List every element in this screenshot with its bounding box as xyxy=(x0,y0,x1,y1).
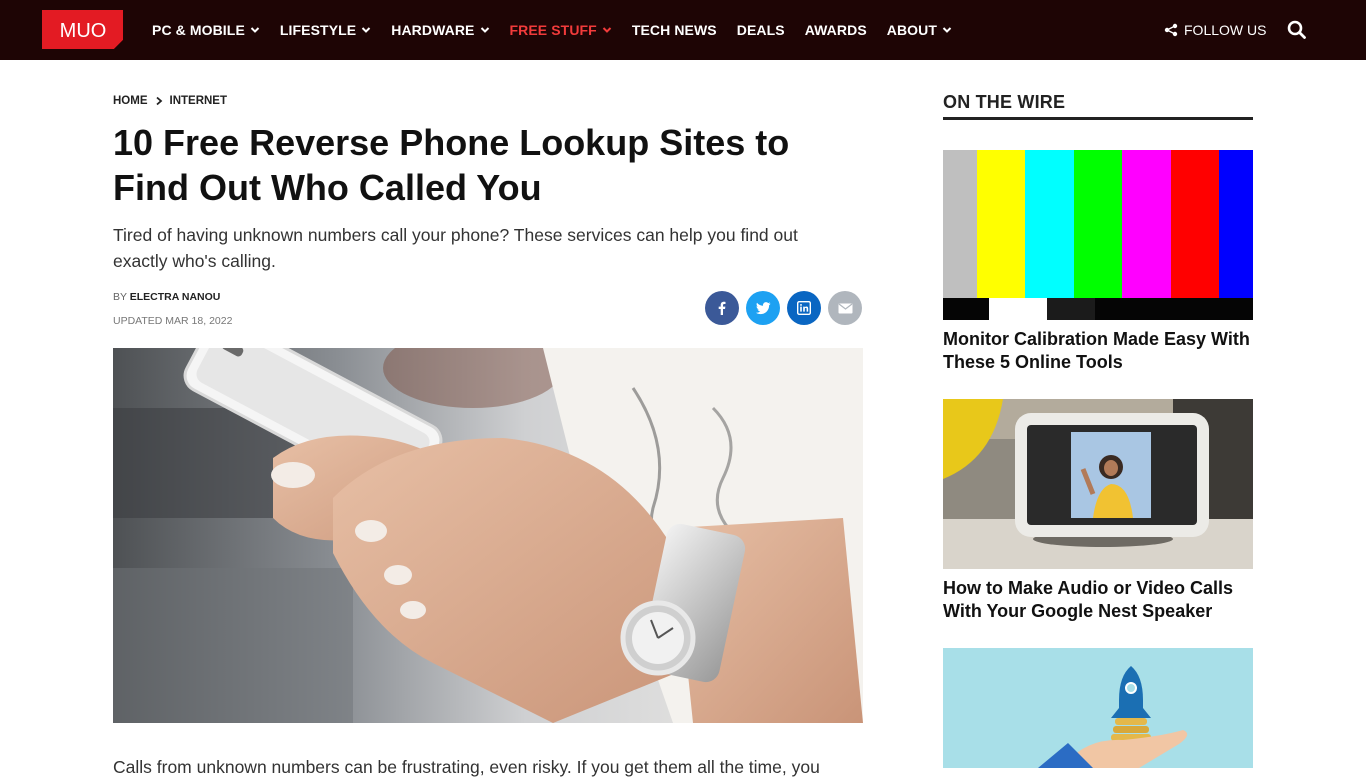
share-linkedin-button[interactable] xyxy=(787,291,821,325)
sidebar-card-image-rocket[interactable] xyxy=(943,648,1253,768)
search-icon[interactable] xyxy=(1287,20,1307,40)
top-navigation-bar: MUO PC & MOBILE LIFESTYLE HARDWARE FREE … xyxy=(0,0,1366,60)
site-logo[interactable]: MUO xyxy=(42,10,123,49)
phone-in-hands-illustration xyxy=(113,348,863,723)
author-link[interactable]: ELECTRA NANOU xyxy=(130,291,221,303)
linkedin-icon xyxy=(797,301,811,315)
nav-item-label: HARDWARE xyxy=(391,22,475,38)
nav-item-awards[interactable]: AWARDS xyxy=(805,22,867,38)
nav-item-lifestyle[interactable]: LIFESTYLE xyxy=(280,22,371,38)
rocket-hand-image xyxy=(943,648,1253,768)
share-buttons xyxy=(705,291,862,325)
share-twitter-button[interactable] xyxy=(746,291,780,325)
nav-item-deals[interactable]: DEALS xyxy=(737,22,785,38)
share-email-button[interactable] xyxy=(828,291,862,325)
twitter-icon xyxy=(755,301,770,314)
nav-item-hardware[interactable]: HARDWARE xyxy=(391,22,489,38)
share-facebook-button[interactable] xyxy=(705,291,739,325)
chevron-down-icon xyxy=(480,27,489,33)
updated-date: UPDATED MAR 18, 2022 xyxy=(113,315,233,327)
share-icon xyxy=(1164,23,1178,37)
nav-item-label: DEALS xyxy=(736,22,785,38)
follow-us-label: FOLLOW US xyxy=(1184,22,1267,38)
sidebar-card-title[interactable]: Monitor Calibration Made Easy With These… xyxy=(943,328,1258,374)
email-icon xyxy=(838,303,852,313)
nav-item-label: TECH NEWS xyxy=(631,22,717,38)
sidebar-card-image-monitor-calibration[interactable] xyxy=(943,150,1253,320)
byline-prefix: BY xyxy=(113,291,127,303)
sidebar-card-title[interactable]: How to Make Audio or Video Calls With Yo… xyxy=(943,577,1258,623)
nav-item-label: PC & MOBILE xyxy=(152,22,245,38)
nav-item-about[interactable]: ABOUT xyxy=(887,22,952,38)
chevron-down-icon xyxy=(942,27,952,33)
nav-item-free-stuff[interactable]: FREE STUFF xyxy=(510,22,612,38)
nest-hub-image xyxy=(943,399,1253,569)
logo-text: MUO xyxy=(60,20,107,42)
article-subtitle: Tired of having unknown numbers call you… xyxy=(113,225,798,271)
breadcrumb-internet[interactable]: INTERNET xyxy=(170,95,228,107)
nav-item-label: ABOUT xyxy=(886,22,938,38)
chevron-down-icon xyxy=(362,27,371,33)
article-title: 10 Free Reverse Phone Lookup Sites to Fi… xyxy=(113,122,790,208)
article-byline: BY ELECTRA NANOU xyxy=(113,291,220,303)
breadcrumb-home[interactable]: HOME xyxy=(113,95,148,107)
hero-image xyxy=(113,348,863,723)
color-bars-image xyxy=(943,150,1253,320)
nav-item-tech-news[interactable]: TECH NEWS xyxy=(632,22,717,38)
breadcrumb: HOME INTERNET xyxy=(113,95,227,107)
main-menu: PC & MOBILE LIFESTYLE HARDWARE FREE STUF… xyxy=(152,0,972,60)
follow-us-button[interactable]: FOLLOW US xyxy=(1164,0,1266,60)
chevron-down-icon xyxy=(250,27,260,33)
article-body-first-line: Calls from unknown numbers can be frustr… xyxy=(113,757,820,777)
sidebar-card-image-nest-speaker[interactable] xyxy=(943,399,1253,569)
nav-item-pc-mobile[interactable]: PC & MOBILE xyxy=(152,22,260,38)
sidebar-heading: ON THE WIRE xyxy=(943,92,1253,120)
facebook-icon xyxy=(718,301,726,315)
nav-item-label: LIFESTYLE xyxy=(279,22,357,38)
chevron-right-icon xyxy=(155,96,162,106)
chevron-down-icon xyxy=(602,27,612,33)
nav-item-label: AWARDS xyxy=(804,22,867,38)
nav-item-label: FREE STUFF xyxy=(509,22,597,38)
